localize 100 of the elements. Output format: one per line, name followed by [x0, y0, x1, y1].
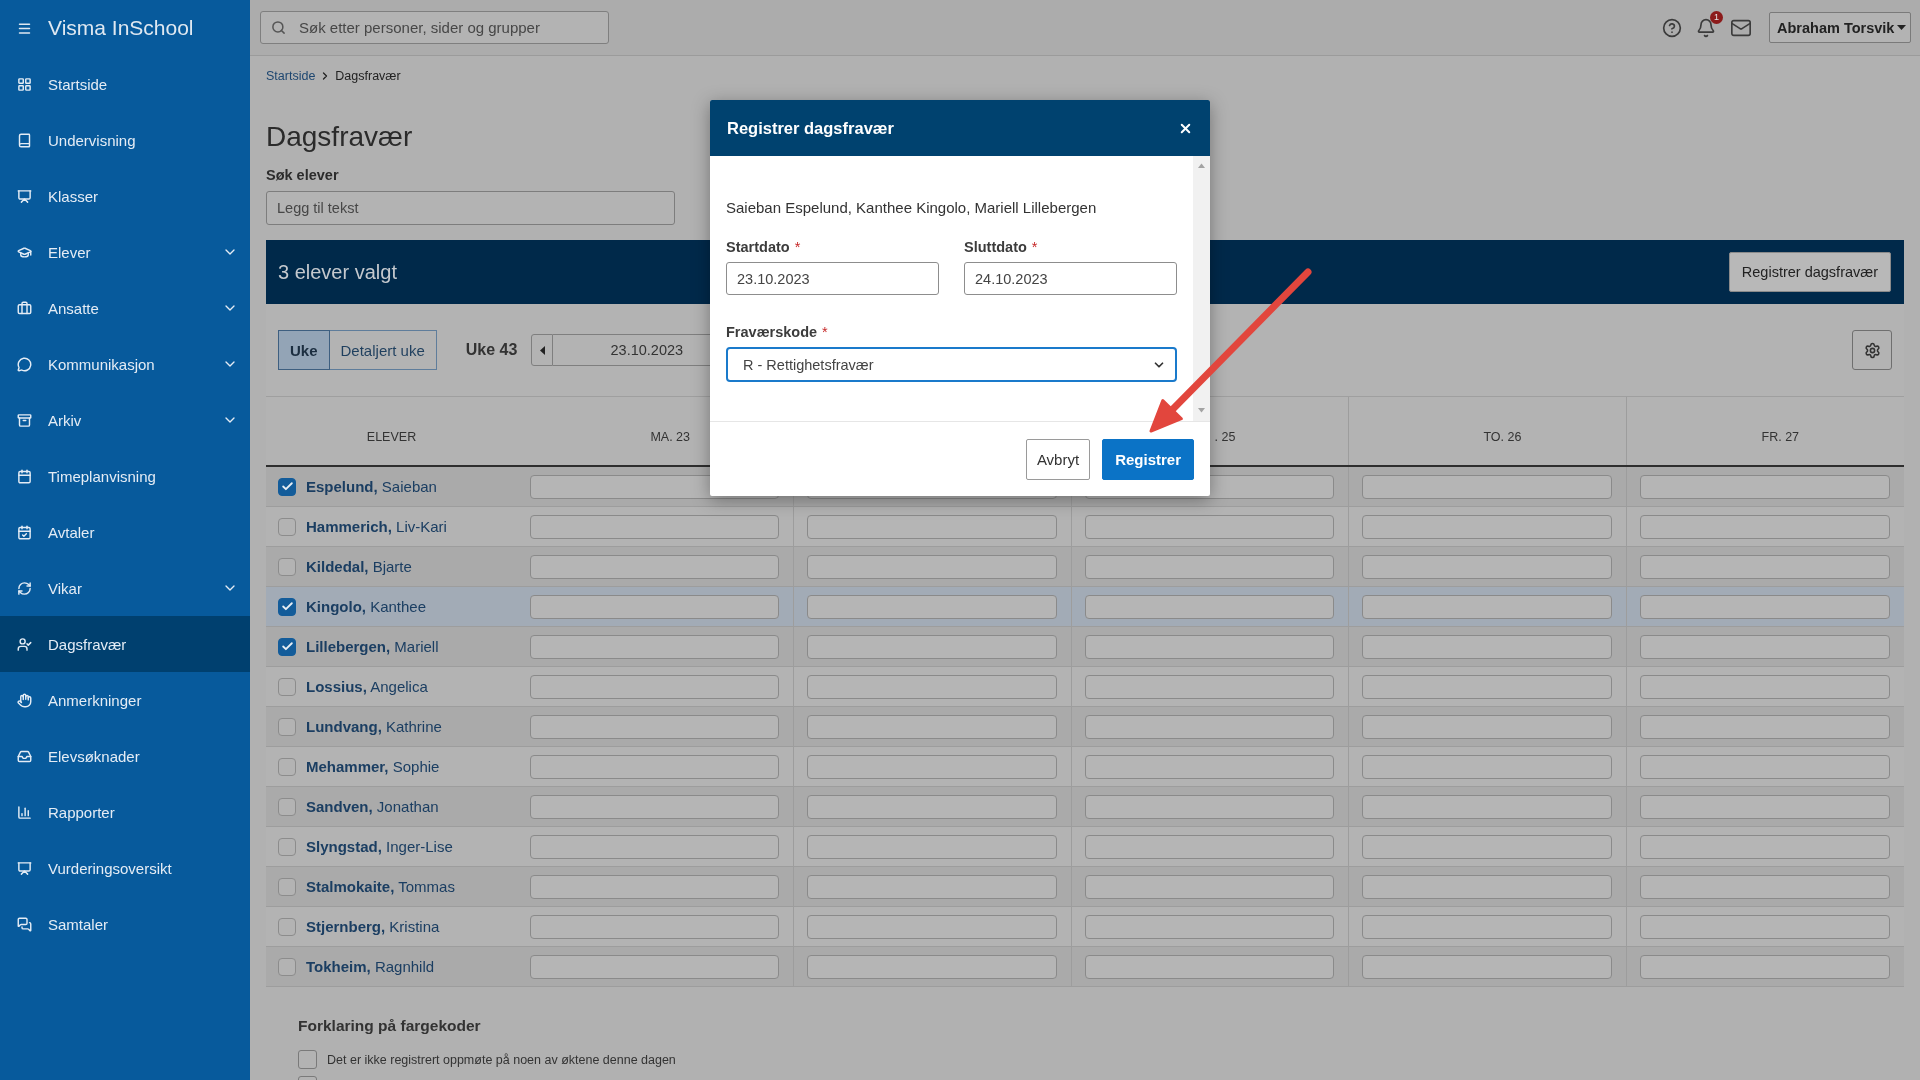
attendance-field[interactable] [530, 874, 780, 899]
attendance-field[interactable] [530, 714, 780, 739]
checkbox[interactable] [278, 677, 296, 696]
student-name[interactable]: Stalmokaite, Tommas [306, 878, 455, 895]
sidebar-item[interactable]: Klasser [0, 168, 250, 224]
user-menu-button[interactable]: Abraham Torsvik [1769, 12, 1911, 43]
attendance-field[interactable] [1084, 954, 1335, 979]
search-field[interactable]: Søk etter personer, sider og grupper [260, 11, 609, 44]
view-tab[interactable]: Detaljert uke [329, 330, 437, 370]
checkbox[interactable] [278, 477, 296, 496]
attendance-field[interactable] [807, 954, 1057, 979]
attendance-field[interactable] [530, 834, 780, 859]
sidebar-item[interactable]: Samtaler [0, 896, 250, 952]
student-name[interactable]: Espelund, Saieban [306, 478, 437, 495]
help-icon[interactable] [1662, 17, 1682, 38]
checkbox[interactable] [278, 757, 296, 776]
sidebar-item[interactable]: Elevsøknader [0, 728, 250, 784]
attendance-field[interactable] [1639, 714, 1890, 739]
attendance-field[interactable] [1084, 754, 1335, 779]
attendance-field[interactable] [1639, 634, 1890, 659]
register-button[interactable]: Registrer [1102, 438, 1194, 480]
attendance-field[interactable] [1084, 674, 1335, 699]
attendance-field[interactable] [1362, 554, 1612, 579]
student-name[interactable]: Lossius, Angelica [306, 678, 428, 695]
attendance-field[interactable] [807, 634, 1057, 659]
attendance-field[interactable] [1084, 514, 1335, 539]
view-tab[interactable]: Uke [278, 330, 330, 370]
attendance-field[interactable] [1362, 474, 1612, 499]
checkbox[interactable] [278, 837, 296, 856]
attendance-field[interactable] [1639, 914, 1890, 939]
attendance-field[interactable] [1639, 954, 1890, 979]
attendance-field[interactable] [1084, 714, 1335, 739]
attendance-field[interactable] [807, 874, 1057, 899]
date-input[interactable]: 23.10.2023 [726, 262, 939, 295]
attendance-field[interactable] [1639, 874, 1890, 899]
attendance-field[interactable] [1362, 754, 1612, 779]
student-name[interactable]: Stjernberg, Kristina [306, 918, 440, 935]
breadcrumb-link[interactable]: Startside [266, 69, 316, 83]
student-name[interactable]: Lillebergen, Mariell [306, 638, 439, 655]
attendance-field[interactable] [807, 794, 1057, 819]
attendance-field[interactable] [1084, 874, 1335, 899]
checkbox[interactable] [278, 797, 296, 816]
checkbox[interactable] [278, 557, 296, 576]
attendance-field[interactable] [807, 714, 1057, 739]
attendance-field[interactable] [1084, 554, 1335, 579]
attendance-field[interactable] [1639, 674, 1890, 699]
sidebar-item[interactable]: Timeplanvisning [0, 448, 250, 504]
attendance-field[interactable] [530, 954, 780, 979]
attendance-field[interactable] [1639, 514, 1890, 539]
attendance-field[interactable] [1362, 914, 1612, 939]
attendance-field[interactable] [1084, 634, 1335, 659]
student-name[interactable]: Sandven, Jonathan [306, 798, 439, 815]
attendance-field[interactable] [1362, 514, 1612, 539]
checkbox[interactable] [278, 597, 296, 616]
attendance-field[interactable] [530, 514, 780, 539]
student-name[interactable]: Kildedal, Bjarte [306, 558, 412, 575]
student-name[interactable]: Slyngstad, Inger-Lise [306, 838, 453, 855]
sidebar-item[interactable]: Startside [0, 56, 250, 112]
student-name[interactable]: Lundvang, Kathrine [306, 718, 442, 735]
attendance-field[interactable] [807, 514, 1057, 539]
sidebar-item[interactable]: Dagsfravær [0, 616, 250, 672]
attendance-field[interactable] [1362, 674, 1612, 699]
checkbox[interactable] [278, 717, 296, 736]
student-name[interactable]: Tokheim, Ragnhild [306, 958, 435, 975]
attendance-field[interactable] [1639, 754, 1890, 779]
scrollbar[interactable] [1193, 156, 1210, 421]
date-input[interactable]: 24.10.2023 [964, 262, 1177, 295]
student-name[interactable]: Kingolo, Kanthee [306, 598, 427, 615]
attendance-field[interactable] [1362, 874, 1612, 899]
sidebar-item[interactable]: Arkiv [0, 392, 250, 448]
previous-week-button[interactable] [531, 334, 554, 366]
checkbox[interactable] [278, 917, 296, 936]
register-absence-button[interactable]: Registrer dagsfravær [1728, 252, 1891, 292]
attendance-field[interactable] [530, 634, 780, 659]
attendance-field[interactable] [1362, 954, 1612, 979]
attendance-field[interactable] [1639, 834, 1890, 859]
attendance-field[interactable] [1084, 834, 1335, 859]
sidebar-item[interactable]: Rapporter [0, 784, 250, 840]
attendance-field[interactable] [807, 914, 1057, 939]
attendance-field[interactable] [530, 754, 780, 779]
attendance-field[interactable] [530, 794, 780, 819]
attendance-field[interactable] [807, 754, 1057, 779]
cancel-button[interactable]: Avbryt [1025, 438, 1091, 480]
attendance-field[interactable] [530, 914, 780, 939]
attendance-field[interactable] [1639, 474, 1890, 499]
attendance-field[interactable] [1362, 714, 1612, 739]
attendance-field[interactable] [807, 554, 1057, 579]
student-name[interactable]: Mehammer, Sophie [306, 758, 440, 775]
student-search-field[interactable]: Legg til tekst [266, 191, 675, 225]
sidebar-item[interactable]: Anmerkninger [0, 672, 250, 728]
sidebar-item[interactable]: Ansatte [0, 280, 250, 336]
attendance-field[interactable] [807, 674, 1057, 699]
attendance-field[interactable] [1084, 914, 1335, 939]
attendance-field[interactable] [807, 594, 1057, 619]
select-field[interactable]: R - Rettighetsfravær [726, 347, 1177, 382]
settings-button[interactable] [1852, 330, 1892, 370]
sidebar-item[interactable]: Elever [0, 224, 250, 280]
attendance-field[interactable] [1084, 594, 1335, 619]
attendance-field[interactable] [530, 594, 780, 619]
attendance-field[interactable] [1084, 794, 1335, 819]
